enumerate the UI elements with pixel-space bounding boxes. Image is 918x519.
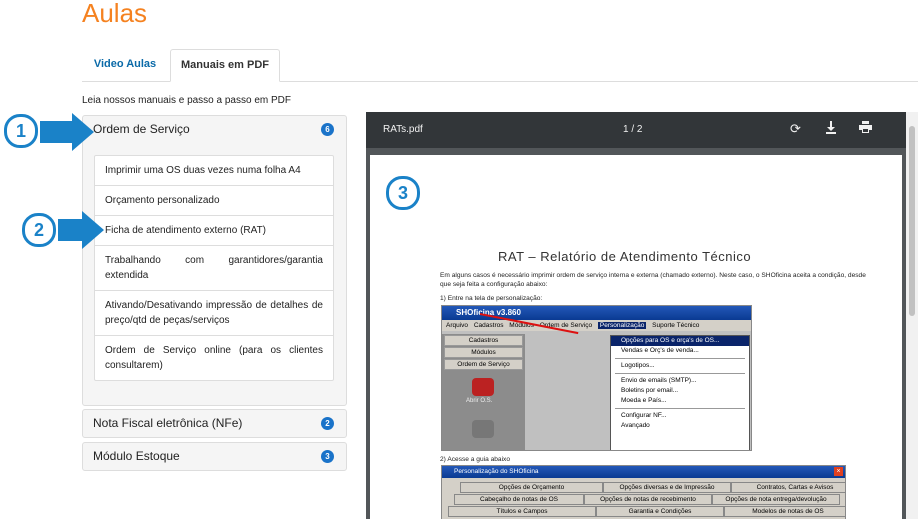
list-item[interactable]: Imprimir uma OS duas vezes numa folha A4 — [95, 156, 333, 186]
app-dropdown: Opções para OS e orça's de OS... Vendas … — [610, 335, 750, 450]
app-side-button: Ordem de Serviço — [444, 359, 523, 370]
page-indicator[interactable]: 1 / 2 — [623, 124, 642, 135]
dialog-tab: Modelos de notas de OS — [724, 506, 845, 517]
dropdown-item: Envio de emails (SMTP)... — [621, 377, 697, 384]
doc-step-1: 1) Entre na tela de personalização: — [440, 295, 543, 302]
pdf-viewer: RATs.pdf 1 / 2 ⟳ RAT – Relatório de Aten… — [366, 112, 918, 519]
intro-text: Leia nossos manuais e passo a passo em P… — [82, 95, 291, 106]
callout-arrow-1 — [40, 121, 74, 143]
tab-manuais-pdf[interactable]: Manuais em PDF — [170, 49, 280, 82]
dialog-tab: Contratos, Cartas e Avisos — [731, 482, 845, 493]
menu-item: Arquivo — [446, 322, 469, 329]
menu-item: Suporte Técnico — [652, 322, 700, 329]
screenshot-shoficina: SHOficina v3.860 Arquivo Cadastros Módul… — [441, 305, 752, 451]
dialog-title: Personalização do SHOficina × — [442, 466, 845, 478]
callout-arrowhead-2 — [82, 211, 104, 249]
app-menu: Arquivo Cadastros Módulos Ordem de Servi… — [442, 320, 751, 331]
page-title: Aulas — [82, 0, 148, 28]
callout-arrow-2 — [58, 219, 84, 241]
dropdown-item: Logotipos... — [621, 362, 655, 369]
accordion-panel-nfe: Nota Fiscal eletrônica (NFe) 2 — [82, 409, 347, 438]
dropdown-item: Moeda e País... — [621, 397, 667, 404]
app-side-label: Abrir O.S. — [466, 398, 493, 404]
download-icon[interactable] — [825, 121, 837, 137]
wrench-icon — [472, 420, 494, 438]
list-item[interactable]: Trabalhando com garantidores/garantia ex… — [95, 246, 333, 291]
dropdown-item: Boletins por email... — [621, 387, 679, 394]
dialog-tab: Títulos e Campos — [448, 506, 596, 517]
wrench-icon — [472, 378, 494, 396]
app-title: SHOficina v3.860 — [442, 306, 751, 320]
menu-item: Cadastros — [473, 322, 504, 329]
dropdown-item: Configurar NF... — [621, 412, 667, 419]
list-item[interactable]: Ordem de Serviço online (para os cliente… — [95, 336, 333, 380]
scrollbar-thumb[interactable] — [909, 126, 915, 316]
manual-list: Imprimir uma OS duas vezes numa folha A4… — [94, 155, 334, 381]
dialog-tab: Opções de Orçamento — [460, 482, 603, 493]
doc-heading: RAT – Relatório de Atendimento Técnico — [498, 249, 752, 264]
menu-item-selected: Personalização — [597, 322, 647, 329]
doc-paragraph: Em alguns casos é necessário imprimir or… — [440, 272, 866, 288]
screenshot-personalizacao: Personalização do SHOficina × Opções de … — [441, 465, 846, 519]
accordion-header-nfe[interactable]: Nota Fiscal eletrônica (NFe) 2 — [83, 410, 346, 436]
dropdown-item: Vendas e Orç's de venda... — [621, 347, 699, 354]
accordion-title: Ordem de Serviço — [93, 122, 190, 136]
pdf-toolbar: RATs.pdf 1 / 2 ⟳ — [366, 112, 906, 148]
pdf-page: RAT – Relatório de Atendimento Técnico E… — [370, 155, 902, 519]
app-side-button: Módulos — [444, 347, 523, 358]
dialog-tab: Opções de nota entrega/devolução — [712, 494, 840, 505]
callout-arrowhead-1 — [72, 113, 94, 151]
rotate-icon[interactable]: ⟳ — [790, 121, 801, 137]
accordion-header-estoque[interactable]: Módulo Estoque 3 — [83, 443, 346, 469]
dropdown-item: Opções para OS e orça's de OS... — [611, 336, 749, 346]
dialog-tab: Opções diversas e de Impressão — [603, 482, 731, 493]
pdf-filename: RATs.pdf — [383, 124, 423, 135]
accordion-title: Módulo Estoque — [93, 449, 180, 463]
accordion-title: Nota Fiscal eletrônica (NFe) — [93, 416, 243, 430]
app-sidebar: Cadastros Módulos Ordem de Serviço Abrir… — [442, 334, 525, 450]
tab-video-aulas[interactable]: Video Aulas — [82, 49, 168, 80]
dialog-tab: Opções de notas de recebimento — [584, 494, 712, 505]
tab-bar: Video Aulas Manuais em PDF — [82, 49, 918, 82]
count-badge: 2 — [321, 417, 334, 430]
count-badge: 3 — [321, 450, 334, 463]
print-icon[interactable] — [859, 121, 872, 136]
close-icon: × — [834, 467, 843, 476]
list-item[interactable]: Orçamento personalizado — [95, 186, 333, 216]
pdf-scrollbar[interactable] — [906, 112, 918, 519]
dialog-tab: Cabeçalho de notas de OS — [454, 494, 584, 505]
list-item[interactable]: Ficha de atendimento externo (RAT) — [95, 216, 333, 246]
accordion-panel-estoque: Módulo Estoque 3 — [82, 442, 347, 471]
accordion-panel-ordem-servico: Ordem de Serviço 6 Imprimir uma OS duas … — [82, 115, 347, 406]
list-item[interactable]: Ativando/Desativando impressão de detalh… — [95, 291, 333, 336]
callout-badge-2: 2 — [22, 213, 56, 247]
app-side-button: Cadastros — [444, 335, 523, 346]
accordion-header-ordem-servico[interactable]: Ordem de Serviço 6 — [83, 116, 346, 142]
doc-step-2: 2) Acesse a guia abaixo — [440, 456, 511, 463]
dialog-tab: Garantia e Condições — [596, 506, 724, 517]
callout-badge-3: 3 — [386, 176, 420, 210]
count-badge: 6 — [321, 123, 334, 136]
dropdown-item: Avançado — [621, 422, 650, 429]
callout-badge-1: 1 — [4, 114, 38, 148]
